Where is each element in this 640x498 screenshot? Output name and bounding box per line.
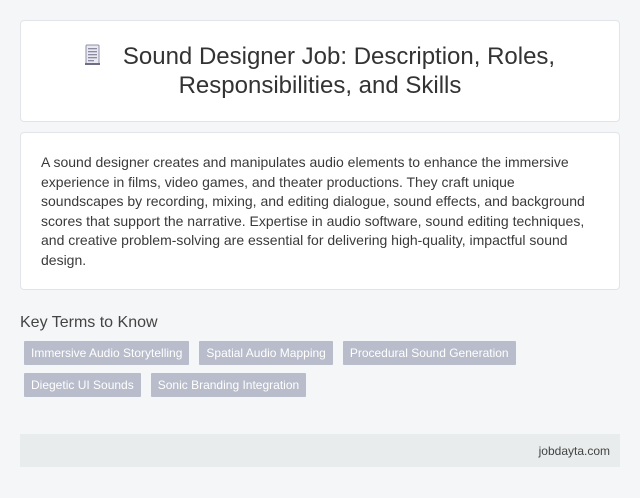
description-text: A sound designer creates and manipulates… [41, 154, 585, 268]
page-title-wrap: Sound Designer Job: Description, Roles, … [21, 42, 619, 100]
tag-immersive-audio-storytelling[interactable]: Immersive Audio Storytelling [24, 341, 190, 365]
tag-sonic-branding-integration[interactable]: Sonic Branding Integration [150, 373, 307, 397]
footer-site-link[interactable]: jobdayta.com [539, 444, 610, 458]
tag-procedural-sound-generation[interactable]: Procedural Sound Generation [342, 341, 516, 365]
description-card: A sound designer creates and manipulates… [20, 132, 620, 290]
tag-diegetic-ui-sounds[interactable]: Diegetic UI Sounds [24, 373, 141, 397]
tag-spatial-audio-mapping[interactable]: Spatial Audio Mapping [199, 341, 333, 365]
title-card: Sound Designer Job: Description, Roles, … [20, 20, 620, 122]
document-icon [84, 44, 101, 66]
page-title: Sound Designer Job: Description, Roles, … [122, 43, 556, 99]
key-terms-tags: Immersive Audio Storytelling Spatial Aud… [20, 341, 620, 405]
page: Sound Designer Job: Description, Roles, … [0, 0, 640, 498]
footer: jobdayta.com [20, 434, 620, 467]
key-terms-heading: Key Terms to Know [20, 314, 158, 331]
